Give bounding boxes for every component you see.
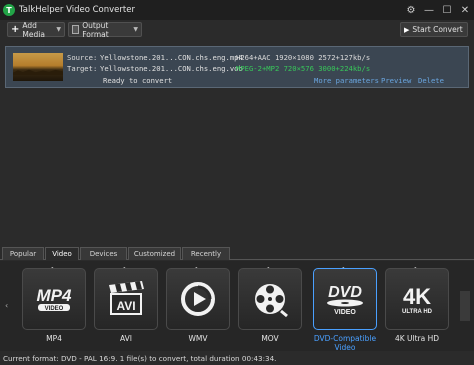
mov-film-reel-icon xyxy=(238,276,302,322)
toolbar: + Add Media ▼ Output Format ▼ ▶ Start Co… xyxy=(0,20,474,41)
format-mp4[interactable]: ^ MP4 VIDEO MP4 xyxy=(22,264,86,346)
target-label: Target: xyxy=(67,64,98,73)
tab-popular[interactable]: Popular xyxy=(2,247,44,260)
close-button[interactable]: ✕ xyxy=(456,0,474,20)
more-parameters-link[interactable]: More parameters xyxy=(314,76,379,85)
job-list-item[interactable]: Source: Yellowstone.201...CON.chs.eng.mp… xyxy=(5,46,469,88)
title-bar: T TalkHelper Video Converter ⚙ — ☐ ✕ xyxy=(0,0,474,20)
plus-icon: + xyxy=(11,24,20,35)
minimize-button[interactable]: — xyxy=(420,0,438,20)
dvd-video-icon: DVD VIDEO xyxy=(313,276,377,322)
format-category-tabs: Popular Video Devices Customized Recentl… xyxy=(0,246,474,260)
svg-text:VIDEO: VIDEO xyxy=(45,306,64,312)
tab-devices[interactable]: Devices xyxy=(80,247,127,260)
status-text: Current format: DVD - PAL 16:9. 1 file(s… xyxy=(3,354,277,363)
tab-customized[interactable]: Customized xyxy=(128,247,181,260)
format-strip: ‹ ^ MP4 VIDEO MP4 ^ AVI A xyxy=(0,261,474,352)
add-media-button[interactable]: + Add Media ▼ xyxy=(7,20,65,39)
start-convert-button[interactable]: ▶ Start Convert xyxy=(400,22,468,37)
source-filename: Yellowstone.201...CON.chs.eng.mp4 xyxy=(100,53,243,62)
format-label: WMV xyxy=(188,334,208,343)
tab-video[interactable]: Video xyxy=(45,247,79,260)
4k-ultra-hd-icon: 4K ULTRA HD xyxy=(385,276,449,322)
format-label: 4K Ultra HD xyxy=(394,334,440,343)
maximize-button[interactable]: ☐ xyxy=(438,0,456,20)
add-media-label: Add Media xyxy=(22,20,45,39)
format-4k-ultra-hd[interactable]: ^ 4K ULTRA HD 4K Ultra HD xyxy=(385,264,449,346)
svg-text:ULTRA HD: ULTRA HD xyxy=(402,309,433,315)
format-label: AVI xyxy=(120,334,132,343)
output-format-label: Output Format xyxy=(82,20,109,39)
svg-text:DVD: DVD xyxy=(328,284,362,301)
scroll-left-icon[interactable]: ‹ xyxy=(5,301,8,310)
tab-recently[interactable]: Recently xyxy=(182,247,230,260)
settings-gear-icon[interactable]: ⚙ xyxy=(402,0,420,20)
file-icon xyxy=(72,25,80,34)
format-label: MP4 xyxy=(46,334,62,343)
chevron-down-icon: ▼ xyxy=(133,26,138,33)
app-logo-icon: T xyxy=(3,4,15,16)
format-mov[interactable]: ^ MOV xyxy=(238,264,302,346)
file-list-area[interactable] xyxy=(5,88,469,245)
job-status: Ready to convert xyxy=(103,76,173,85)
target-bitrate[interactable]: 3000+224kb/s xyxy=(318,64,370,74)
avi-clapper-icon: AVI xyxy=(94,276,158,322)
source-label: Source: xyxy=(67,53,98,62)
format-wmv[interactable]: ^ WMV xyxy=(166,264,230,346)
wmv-play-icon xyxy=(166,276,230,322)
preview-link[interactable]: Preview xyxy=(381,76,411,85)
mp4-icon: MP4 VIDEO xyxy=(22,276,86,322)
window-controls: ⚙ — ☐ ✕ xyxy=(402,0,474,20)
delete-link[interactable]: Delete xyxy=(418,76,444,85)
svg-text:4K: 4K xyxy=(403,284,431,309)
svg-text:VIDEO: VIDEO xyxy=(334,309,356,316)
target-filename: Yellowstone.201...CON.chs.eng.vob xyxy=(100,64,243,73)
format-label: MOV xyxy=(261,334,279,343)
svg-text:AVI: AVI xyxy=(116,299,135,313)
format-label: DVD-Compatible Video xyxy=(313,334,377,352)
start-convert-label: Start Convert xyxy=(412,25,463,34)
target-resolution[interactable]: 720×576 xyxy=(284,64,314,74)
play-icon: ▶ xyxy=(404,25,410,34)
status-bar: Current format: DVD - PAL 16:9. 1 file(s… xyxy=(0,352,474,365)
source-row: Source: Yellowstone.201...CON.chs.eng.mp… xyxy=(67,53,370,63)
svg-text:MP4: MP4 xyxy=(37,286,73,305)
target-codec[interactable]: MPEG-2+MP2 xyxy=(236,64,279,74)
output-format-button[interactable]: Output Format ▼ xyxy=(68,20,142,39)
target-row: Target: Yellowstone.201...CON.chs.eng.vo… xyxy=(67,64,370,74)
source-info: H264+AAC 1920×1080 2572+127kb/s xyxy=(236,53,371,62)
video-thumbnail xyxy=(13,53,63,81)
format-dvd-compatible[interactable]: ^ DVD VIDEO DVD-Compatible Video xyxy=(313,264,377,352)
format-avi[interactable]: ^ AVI AVI xyxy=(94,264,158,346)
chevron-down-icon: ▼ xyxy=(56,26,61,33)
app-title: TalkHelper Video Converter xyxy=(19,5,135,15)
scroll-right-handle[interactable] xyxy=(460,291,470,321)
